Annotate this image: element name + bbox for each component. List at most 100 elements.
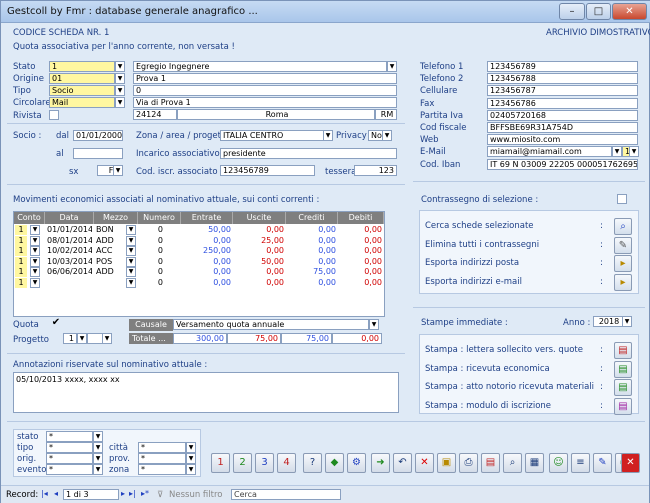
sex-dropdown[interactable]: ▼ [113,165,123,176]
address-field[interactable]: Via di Prova 1 [133,97,397,108]
table-cell[interactable]: 0,00 [235,278,284,288]
table-cell[interactable]: 0,00 [183,236,231,246]
table-cell[interactable]: 250,00 [183,246,231,256]
progetto-sub-field[interactable] [87,333,103,344]
column-header[interactable]: Mezzo [94,212,138,224]
table-cell[interactable]: 0,00 [288,246,336,256]
new-folder-icon[interactable]: ▣ [437,453,456,473]
filter-status[interactable]: Nessun filtro [169,490,222,500]
filter-zona-dropdown[interactable]: ▼ [186,464,196,475]
table-cell[interactable]: 0,00 [340,225,382,235]
table-cell[interactable]: 0,00 [288,278,336,288]
table-cell[interactable]: 0,00 [288,236,336,246]
table-row[interactable]: 1 ▼ 10/03/2014 POS ▼ 0 0,00 50,00 0,00 0,00 [14,256,384,267]
contact-field[interactable]: 123456788 [487,73,638,85]
undo-icon[interactable]: ↶ [393,453,412,473]
table-cell[interactable]: 0,00 [183,267,231,277]
filter-stato-field[interactable]: * [46,431,93,442]
table-cell[interactable]: 01/01/2014 [47,225,92,235]
close-button[interactable]: ✕ [612,3,647,20]
table-cell[interactable]: 06/06/2014 [47,267,92,277]
prov-field[interactable]: RM [375,109,397,120]
search-doc-icon[interactable]: ⌕ [503,453,522,473]
filter-stato-dropdown[interactable]: ▼ [93,431,103,442]
causale-field[interactable]: Versamento quota annuale [173,319,369,330]
filter-prov-field[interactable]: * [138,453,186,464]
table-cell[interactable]: 0,00 [340,257,382,267]
quota-checkbox[interactable]: ✔ [51,318,61,329]
table-cell[interactable]: 0 [140,257,181,267]
cap-field[interactable]: 24124 [133,109,177,120]
privacy-dropdown[interactable]: ▼ [382,130,392,141]
table-cell[interactable]: 0,00 [340,246,382,256]
forward-icon[interactable]: ➜ [371,453,390,473]
table-cell[interactable]: 0 [140,278,181,288]
table-cell[interactable]: POS [96,257,124,267]
table-cell[interactable]: 50,00 [235,257,284,267]
first-record-icon[interactable]: |◂ [41,489,48,498]
table-cell[interactable]: 1 [15,267,27,277]
filter-evento-dropdown[interactable]: ▼ [93,464,103,475]
tipo-code-field[interactable]: Socio [49,85,115,96]
table-cell[interactable] [47,278,92,288]
cell-dropdown[interactable]: ▼ [30,277,40,288]
contact-field[interactable]: 123456787 [487,85,638,97]
shield-icon[interactable]: ◆ [325,453,344,473]
contact-field[interactable]: 123456789 [487,61,638,72]
table-row[interactable]: 1 ▼ 06/06/2014 ADD ▼ 0 0,00 0,00 75,00 0,00 [14,267,384,277]
stato-code-field[interactable]: 1 [49,61,115,72]
table-cell[interactable]: ADD [96,267,124,277]
table-cell[interactable]: 0,00 [183,278,231,288]
exit-icon[interactable]: ✕ [621,453,640,473]
cell-dropdown[interactable]: ▼ [126,246,136,256]
contact-field[interactable]: miamail@miamail.com [487,146,612,158]
cell-dropdown[interactable]: ▼ [30,235,40,246]
delete-icon[interactable]: ✕ [415,453,434,473]
edit-list-icon[interactable]: ≡ [571,453,590,473]
table-cell[interactable]: 0 [140,246,181,256]
table-row[interactable]: 1 ▼ 10/02/2014 ACC ▼ 0 250,00 0,00 0,00 0,00 [14,246,384,256]
table-cell[interactable]: 0,00 [340,278,382,288]
action-button[interactable]: ▤ [614,342,632,359]
table-cell[interactable]: 0,00 [183,257,231,267]
help-icon[interactable]: ? [303,453,322,473]
cell-dropdown[interactable]: ▼ [30,267,40,277]
column-header[interactable]: Crediti [286,212,338,224]
table-cell[interactable]: 0,00 [288,257,336,267]
cell-dropdown[interactable]: ▼ [30,225,40,235]
stato-value-dropdown[interactable]: ▼ [387,61,397,72]
filter-prov-dropdown[interactable]: ▼ [186,453,196,464]
table-cell[interactable]: 1 [15,277,27,288]
circolare-code-field[interactable]: Mail [49,97,115,108]
cell-dropdown[interactable]: ▼ [30,246,40,256]
column-header[interactable]: Entrate [181,212,233,224]
toolbar-button-1[interactable]: 1 [211,453,230,473]
filter-orig-dropdown[interactable]: ▼ [93,453,103,464]
table-cell[interactable]: 75,00 [288,267,336,277]
table-cell[interactable]: 1 [15,225,27,235]
action-button[interactable]: ▤ [614,397,632,415]
cell-dropdown[interactable]: ▼ [126,267,136,277]
table-cell[interactable]: 0 [140,267,181,277]
table-cell[interactable]: 08/01/2014 [47,236,92,246]
city-field[interactable]: Roma [177,109,375,120]
last-record-icon[interactable]: ▸| [129,489,136,498]
table-row[interactable]: 1 ▼ 01/01/2014 BON ▼ 0 50,00 0,00 0,00 0,00 [14,225,384,235]
action-button[interactable]: ▸ [614,255,632,272]
table-cell[interactable] [96,278,124,288]
table-cell[interactable]: 0,00 [235,246,284,256]
table-cell[interactable]: 25,00 [235,236,284,246]
table-cell[interactable]: 0,00 [235,225,284,235]
filter-citta-dropdown[interactable]: ▼ [186,442,196,453]
table-cell[interactable]: 0 [140,236,181,246]
table-cell[interactable]: 10/02/2014 [47,246,92,256]
progetto-dropdown[interactable]: ▼ [77,333,87,344]
table-cell[interactable]: 0,00 [235,267,284,277]
toolbar-button-3[interactable]: 3 [255,453,274,473]
filter-orig-field[interactable]: * [46,453,93,464]
cell-dropdown[interactable]: ▼ [126,235,136,246]
stato-dropdown[interactable]: ▼ [115,61,125,72]
contact-field[interactable]: BFFSBE69R31A754D [487,122,638,133]
report-icon[interactable]: ▤ [481,453,500,473]
filter-evento-field[interactable]: * [46,464,93,475]
